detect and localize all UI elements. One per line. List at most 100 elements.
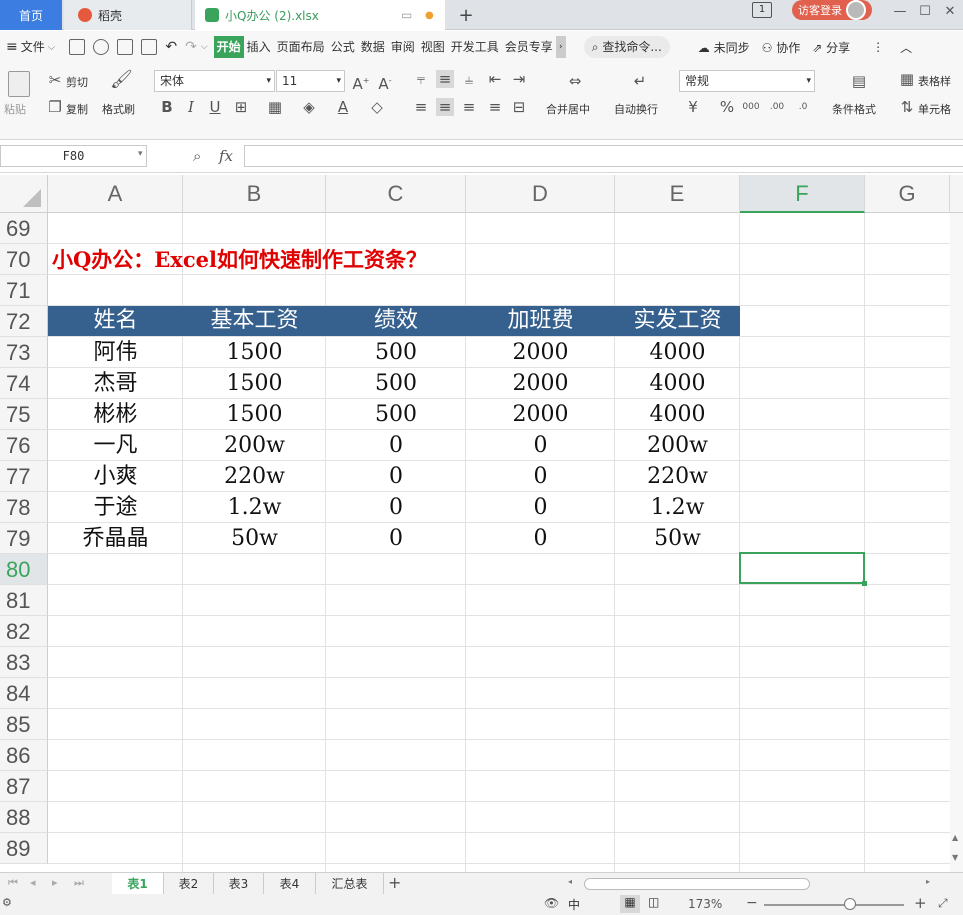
decrease-font-icon[interactable]: A-	[376, 72, 394, 93]
spreadsheet-grid[interactable]: 小Q办公：Excel如何快速制作工资条？ 姓名 基本工资 绩效 加班费 实发工资…	[0, 175, 963, 872]
select-all-corner[interactable]	[0, 175, 48, 213]
minimize-icon[interactable]: —	[890, 2, 910, 22]
close-icon[interactable]: ✕	[940, 2, 960, 22]
conditional-format-button[interactable]: 条件格式	[832, 101, 876, 117]
file-menu[interactable]: 文件	[18, 36, 48, 58]
cell-button[interactable]: 单元格	[918, 101, 951, 117]
number-format-select[interactable]: 常规 ▾	[679, 70, 815, 92]
paste-icon[interactable]	[8, 71, 30, 97]
data-cell[interactable]: 4000	[615, 368, 740, 399]
add-sheet-icon[interactable]: +	[388, 873, 401, 892]
sheet-tab-2[interactable]: 表2	[164, 873, 214, 895]
new-tab-button[interactable]: +	[456, 0, 476, 30]
scroll-left-icon[interactable]: ◂	[568, 877, 572, 886]
data-cell[interactable]: 于途	[48, 492, 183, 523]
indent-decrease-icon[interactable]: ⇤	[486, 70, 504, 88]
collapse-ribbon-icon[interactable]: ︿	[900, 39, 912, 56]
name-box[interactable]: F80	[0, 145, 147, 167]
save-icon[interactable]	[69, 39, 86, 55]
row-header-72[interactable]: 72	[0, 306, 48, 337]
data-cell[interactable]: 500	[326, 399, 466, 430]
data-cell[interactable]: 220w	[615, 461, 740, 492]
data-cell[interactable]: 1500	[183, 399, 326, 430]
increase-font-icon[interactable]: A+	[352, 72, 370, 93]
menu-view[interactable]: 视图	[418, 36, 448, 58]
maximize-icon[interactable]: ☐	[915, 2, 935, 22]
data-cell[interactable]: 2000	[466, 399, 615, 430]
page-indicator[interactable]: 1	[752, 2, 772, 18]
share-button[interactable]: ⇗ 分享	[812, 39, 850, 56]
data-cell[interactable]: 2000	[466, 337, 615, 368]
collab-button[interactable]: ⚇ 协作	[762, 39, 801, 56]
italic-icon[interactable]: I	[182, 98, 200, 116]
data-cell[interactable]: 一凡	[48, 430, 183, 461]
header-net-pay[interactable]: 实发工资	[615, 305, 740, 336]
row-header-71[interactable]: 71	[0, 275, 48, 306]
data-cell[interactable]: 500	[326, 368, 466, 399]
decrease-decimal-icon[interactable]: .0	[794, 98, 812, 116]
prev-sheet-icon[interactable]: ◂	[30, 876, 36, 889]
chevron-down-icon[interactable]: ⌵	[48, 42, 56, 53]
horizontal-scrollbar[interactable]: ◂ ▸	[560, 877, 940, 891]
data-cell[interactable]: 1500	[183, 337, 326, 368]
row-header-84[interactable]: 84	[0, 678, 48, 709]
clear-format-icon[interactable]: ◇	[368, 98, 386, 116]
font-name-select[interactable]: 宋体 ▾	[154, 70, 275, 92]
home-tab[interactable]: 首页	[0, 0, 62, 30]
distributed-icon[interactable]: ⊟	[510, 98, 528, 116]
undo-icon[interactable]: ↶	[165, 39, 177, 55]
row-header-88[interactable]: 88	[0, 802, 48, 833]
row-header-70[interactable]: 70	[0, 244, 48, 275]
align-left-icon[interactable]: ≡	[412, 98, 430, 116]
align-right-icon[interactable]: ≡	[460, 98, 478, 116]
row-header-77[interactable]: 77	[0, 461, 48, 492]
data-cell[interactable]: 杰哥	[48, 368, 183, 399]
zoom-in-icon[interactable]: +	[914, 894, 927, 912]
row-header-78[interactable]: 78	[0, 492, 48, 523]
sync-button[interactable]: ☁ 未同步	[698, 39, 750, 56]
row-header-87[interactable]: 87	[0, 771, 48, 802]
header-base-salary[interactable]: 基本工资	[183, 305, 326, 336]
currency-icon[interactable]: ¥	[684, 98, 702, 116]
zoom-search-icon[interactable]: ⌕	[193, 147, 201, 165]
scroll-right-icon[interactable]: ▸	[926, 877, 930, 886]
data-cell[interactable]: 0	[466, 492, 615, 523]
zoom-out-icon[interactable]: −	[746, 895, 758, 911]
eye-protect-icon[interactable]: 👁	[544, 896, 559, 910]
copy-button[interactable]: 复制	[66, 101, 88, 117]
row-header-81[interactable]: 81	[0, 585, 48, 616]
zoom-level[interactable]: 173%	[688, 897, 722, 911]
menu-formulas[interactable]: 公式	[328, 36, 358, 58]
sheet-title[interactable]: 小Q办公：Excel如何快速制作工资条？	[52, 244, 427, 275]
menu-insert[interactable]: 插入	[244, 36, 274, 58]
fill-color-icon[interactable]: ◈	[300, 98, 318, 116]
data-cell[interactable]: 0	[326, 430, 466, 461]
formula-input[interactable]	[244, 145, 963, 167]
row-header-85[interactable]: 85	[0, 709, 48, 740]
zoom-slider[interactable]	[764, 904, 904, 906]
column-header-e[interactable]: E	[615, 175, 740, 213]
thousands-icon[interactable]: 000	[742, 98, 760, 116]
hamburger-icon[interactable]: ≡	[6, 39, 18, 55]
data-cell[interactable]: 0	[466, 430, 615, 461]
data-cell[interactable]: 0	[466, 461, 615, 492]
underline-icon[interactable]: U	[206, 98, 224, 116]
merge-center-button[interactable]: 合并居中	[546, 101, 590, 117]
next-sheet-icon[interactable]: ▸	[52, 876, 58, 889]
data-cell[interactable]: 200w	[615, 430, 740, 461]
zoom-slider-knob[interactable]	[844, 898, 856, 910]
header-overtime[interactable]: 加班费	[466, 305, 615, 336]
increase-decimal-icon[interactable]: .00	[768, 98, 786, 116]
column-header-d[interactable]: D	[466, 175, 615, 213]
normal-view-icon[interactable]: ▦	[620, 895, 640, 913]
menu-review[interactable]: 审阅	[388, 36, 418, 58]
data-cell[interactable]: 50w	[615, 523, 740, 554]
data-cell[interactable]: 2000	[466, 368, 615, 399]
data-cell[interactable]: 乔晶晶	[48, 523, 183, 554]
sheet-tab-3[interactable]: 表3	[214, 873, 264, 895]
header-name[interactable]: 姓名	[48, 305, 183, 336]
column-header-b[interactable]: B	[183, 175, 326, 213]
font-size-select[interactable]: 11 ▾	[276, 70, 345, 92]
row-header-80[interactable]: 80	[0, 554, 48, 585]
selected-cell-f80[interactable]	[739, 552, 867, 586]
